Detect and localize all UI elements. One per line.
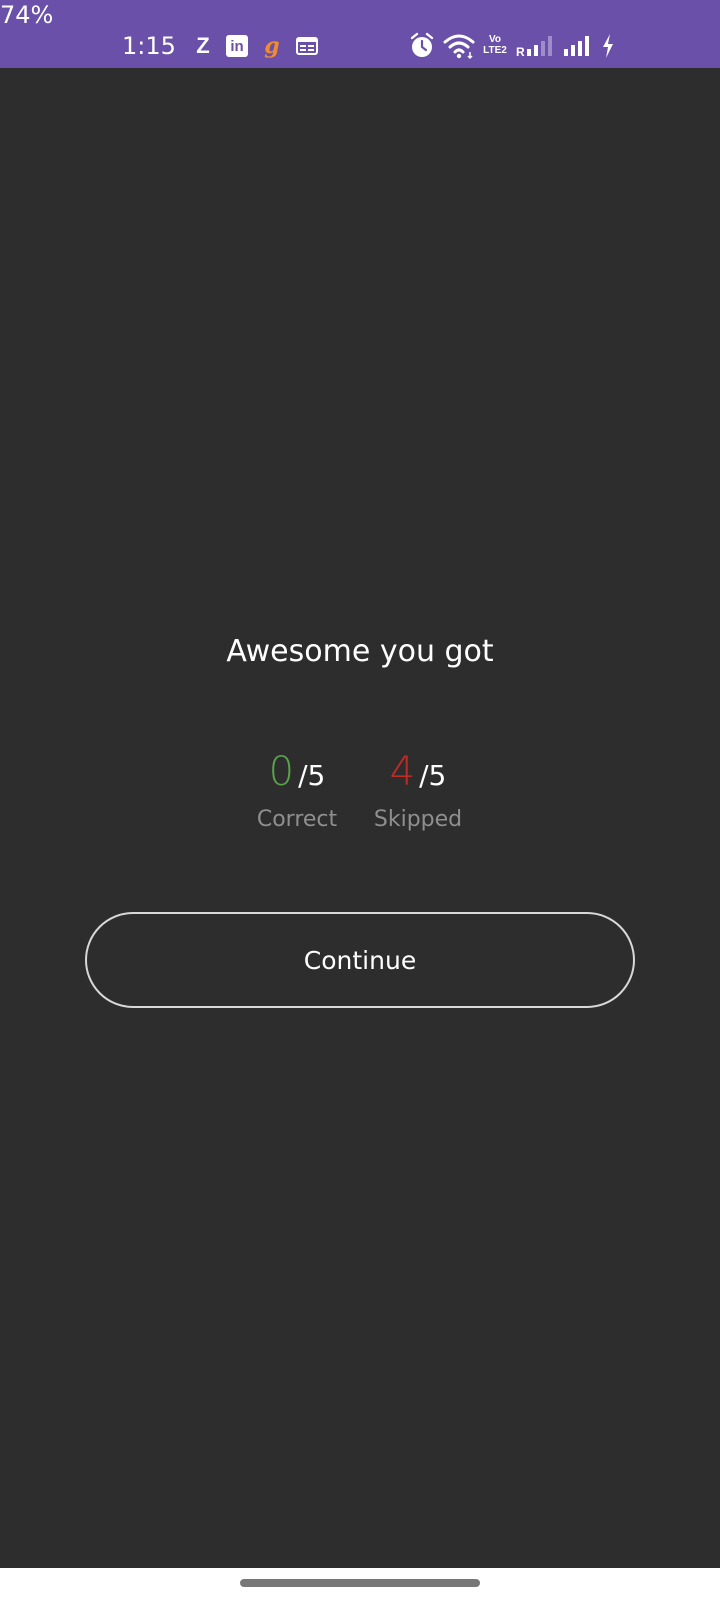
correct-score: 0/5 Correct — [227, 748, 367, 834]
status-bar: 1:15 Z in g Vo LTE2 R 74% — [0, 0, 720, 68]
continue-button[interactable]: Continue — [85, 912, 635, 1008]
charging-icon — [600, 32, 616, 60]
wifi-icon — [443, 32, 475, 60]
signal-sim2-icon — [562, 32, 594, 60]
volte-icon: Vo LTE2 — [482, 34, 508, 62]
alarm-icon — [409, 32, 435, 60]
home-gesture-handle[interactable] — [240, 1579, 480, 1587]
volte-line-1: Vo — [488, 34, 502, 45]
skipped-label: Skipped — [373, 807, 463, 832]
status-time: 1:15 — [122, 32, 176, 60]
sim-label: R — [516, 45, 525, 59]
skipped-score: 4/5 Skipped — [348, 748, 488, 834]
calendar-icon — [296, 37, 318, 55]
z-icon: Z — [196, 33, 210, 58]
correct-label: Correct — [256, 807, 338, 832]
linkedin-icon: in — [226, 35, 248, 57]
goodreads-icon: g — [264, 33, 280, 59]
skipped-count: 4 — [389, 749, 416, 795]
correct-count: 0 — [268, 749, 295, 795]
signal-sim1-icon: R — [516, 32, 556, 60]
battery-percent: 74% — [0, 1, 54, 29]
volte-line-2: LTE2 — [483, 45, 507, 56]
correct-total: /5 — [298, 759, 326, 792]
result-heading: Awesome you got — [226, 634, 494, 669]
skipped-total: /5 — [419, 759, 447, 792]
